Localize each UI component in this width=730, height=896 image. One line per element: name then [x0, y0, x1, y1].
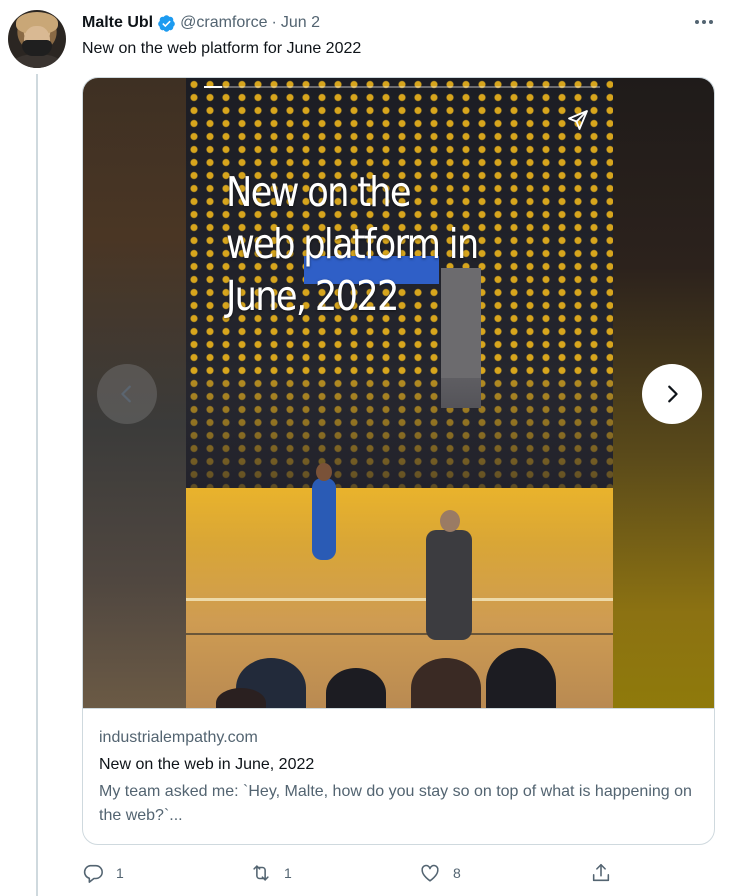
like-icon — [421, 864, 439, 882]
tweet-header: Malte Ubl @cramforce · Jun 2 — [82, 12, 320, 34]
story-progress-bar — [204, 86, 600, 88]
tweet-text: New on the web platform for June 2022 — [82, 40, 362, 57]
story-media[interactable]: New on the web platform in June, 2022 — [83, 78, 714, 708]
card-meta[interactable]: industrialempathy.com New on the web in … — [83, 708, 714, 844]
retweet-count: 1 — [284, 865, 292, 881]
card-description: My team asked me: `Hey, Malte, how do yo… — [99, 783, 692, 824]
share-icon — [592, 863, 610, 882]
share-arrow-icon[interactable] — [566, 108, 590, 132]
separator-dot: · — [271, 14, 277, 31]
previous-button[interactable] — [97, 364, 157, 424]
chevron-right-icon — [668, 385, 678, 403]
chevron-left-icon — [121, 385, 131, 403]
link-card[interactable]: New on the web platform in June, 2022 in… — [82, 77, 715, 845]
more-icon[interactable] — [690, 10, 718, 34]
story-photo: New on the web platform in June, 2022 — [186, 78, 613, 708]
like-button[interactable]: 8 — [419, 860, 461, 886]
like-count: 8 — [453, 865, 461, 881]
reply-button[interactable]: 1 — [82, 860, 124, 886]
tweet-actions: 1 1 8 — [82, 860, 622, 886]
story-title: New on the web platform in June, 2022 — [226, 168, 479, 320]
tweet-date[interactable]: Jun 2 — [281, 14, 320, 32]
reply-count: 1 — [116, 865, 124, 881]
thread-line — [36, 74, 38, 896]
reply-icon — [83, 864, 103, 883]
retweet-button[interactable]: 1 — [250, 860, 292, 886]
avatar[interactable] — [8, 10, 66, 68]
author-name[interactable]: Malte Ubl — [82, 14, 153, 32]
share-button[interactable] — [590, 860, 612, 886]
retweet-icon — [253, 865, 269, 881]
author-handle[interactable]: @cramforce — [180, 14, 267, 32]
verified-badge-icon — [158, 14, 175, 32]
card-title: New on the web in June, 2022 — [99, 756, 315, 773]
next-button[interactable] — [642, 364, 702, 424]
card-domain: industrialempathy.com — [99, 729, 258, 746]
